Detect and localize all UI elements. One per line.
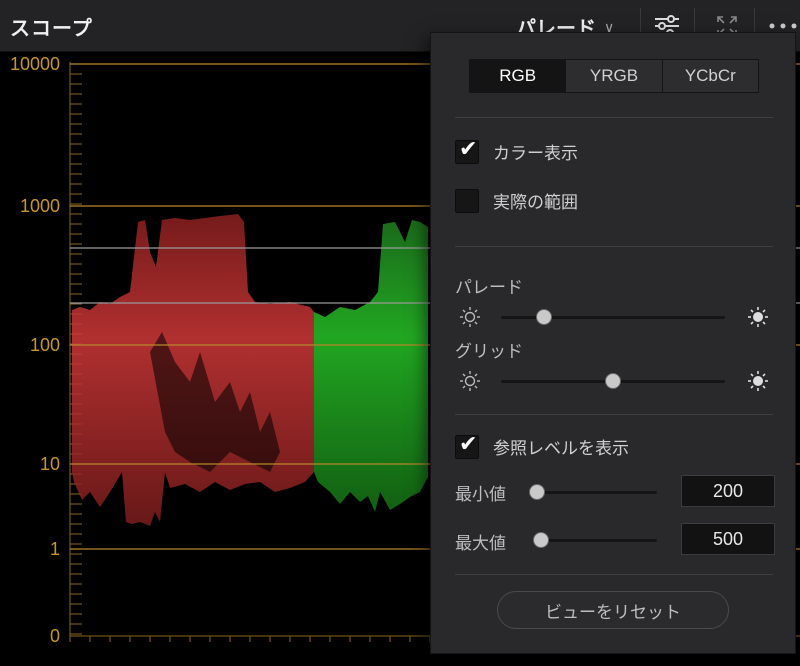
reset-view-button[interactable]: ビューをリセット	[497, 591, 729, 629]
mode-yrgb-button[interactable]: YRGB	[566, 60, 663, 92]
actual-range-checkbox[interactable]	[455, 188, 479, 213]
actual-range-label: 実際の範囲	[493, 193, 578, 213]
min-value-input[interactable]: 200	[681, 475, 775, 507]
grid-brightness-slider[interactable]	[455, 370, 773, 392]
max-value-label: 最大値	[455, 534, 506, 554]
y-label: 1	[49, 539, 60, 559]
divider	[455, 117, 773, 118]
slider-track[interactable]	[533, 539, 657, 542]
ref-level-checkbox[interactable]	[455, 432, 479, 459]
slider-knob[interactable]	[533, 532, 549, 548]
slider-track[interactable]	[533, 491, 657, 494]
slider-knob[interactable]	[605, 373, 621, 389]
divider	[455, 414, 773, 415]
scope-settings-popup: RGB YRGB YCbCr カラー表示 実際の範囲 パレード グリッド	[430, 32, 796, 654]
actual-range-row[interactable]: 実際の範囲	[455, 188, 578, 213]
color-mode-segmented: RGB YRGB YCbCr	[469, 59, 759, 93]
sun-dim-icon	[460, 307, 480, 327]
sun-dim-icon	[460, 371, 480, 391]
mode-rgb-button[interactable]: RGB	[470, 60, 567, 92]
red-channel-waveform	[72, 214, 314, 526]
y-label: 10000	[9, 54, 60, 74]
parade-label: パレード	[455, 278, 523, 298]
ref-level-label: 参照レベルを表示	[493, 439, 629, 459]
max-value-input[interactable]: 500	[681, 523, 775, 555]
y-label: 10	[39, 454, 60, 474]
min-value-slider[interactable]	[527, 481, 667, 503]
grid-label: グリッド	[455, 342, 523, 362]
sun-bright-icon	[748, 307, 768, 327]
panel-title: スコープ	[10, 16, 93, 40]
y-label: 1000	[19, 196, 60, 216]
green-channel-waveform	[314, 220, 428, 512]
min-value-label: 最小値	[455, 485, 506, 505]
mode-ycbcr-button[interactable]: YCbCr	[663, 60, 758, 92]
y-label: 0	[49, 626, 60, 646]
max-value-slider[interactable]	[527, 529, 667, 551]
divider	[455, 574, 773, 575]
show-color-label: カラー表示	[493, 144, 578, 164]
slider-knob[interactable]	[535, 309, 552, 325]
slider-track[interactable]	[501, 316, 725, 319]
show-color-row[interactable]: カラー表示	[455, 137, 578, 164]
ref-level-row[interactable]: 参照レベルを表示	[455, 432, 629, 459]
sun-bright-icon	[748, 371, 768, 391]
divider	[455, 246, 773, 247]
show-color-checkbox[interactable]	[455, 137, 479, 164]
slider-knob[interactable]	[529, 484, 545, 500]
y-label: 100	[29, 335, 60, 355]
parade-brightness-slider[interactable]	[455, 306, 773, 328]
